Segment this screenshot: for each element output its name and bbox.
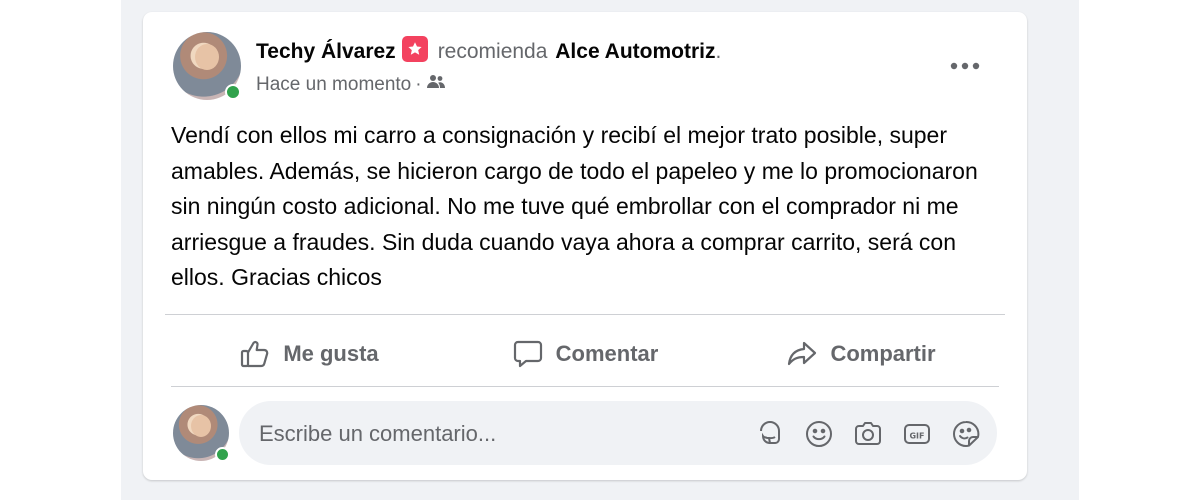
post-timestamp[interactable]: Hace un momento	[256, 74, 411, 96]
commenter-avatar[interactable]	[173, 405, 230, 462]
camera-icon[interactable]	[851, 417, 885, 451]
thumbs-up-icon	[241, 340, 269, 368]
meta-separator: ·	[415, 74, 422, 95]
comment-input[interactable]: Escribe un comentario... GIF	[239, 401, 997, 465]
author-avatar[interactable]	[173, 32, 241, 100]
online-status-dot	[215, 447, 230, 462]
comment-tools: GIF	[753, 417, 983, 451]
sticker-icon[interactable]	[949, 417, 983, 451]
post-action-bar: Me gusta Comentar Compartir	[171, 328, 999, 380]
post-meta: Hace un momento ·	[256, 74, 446, 96]
recommendation-star-icon	[401, 36, 428, 62]
page-name-link[interactable]: Alce Automotriz	[555, 40, 715, 63]
emoji-icon[interactable]	[802, 417, 836, 451]
share-label: Compartir	[830, 341, 936, 366]
comment-label: Comentar	[555, 341, 659, 366]
avatar-sticker-icon[interactable]	[753, 417, 787, 451]
divider-bottom	[171, 386, 999, 387]
online-status-dot	[225, 84, 241, 100]
share-button[interactable]: Compartir	[723, 328, 999, 380]
avatar-face	[191, 415, 211, 437]
divider-top	[165, 314, 1005, 315]
header-period: .	[715, 40, 722, 63]
comment-placeholder: Escribe un comentario...	[259, 421, 497, 446]
post-header: Techy Álvarez recomienda Alce Automotriz.	[256, 36, 721, 64]
gif-icon[interactable]: GIF	[900, 417, 934, 451]
recommends-text: recomienda	[437, 40, 548, 63]
friends-icon[interactable]	[426, 74, 446, 96]
like-label: Me gusta	[283, 341, 379, 366]
comment-bubble-icon	[513, 340, 542, 368]
post-card: Techy Álvarez recomienda Alce Automotriz.…	[143, 12, 1027, 480]
post-body-text: Vendí con ellos mi carro a consignación …	[171, 122, 978, 290]
more-options-icon[interactable]	[943, 48, 987, 84]
svg-text:GIF: GIF	[909, 432, 924, 441]
comment-button[interactable]: Comentar	[447, 328, 723, 380]
like-button[interactable]: Me gusta	[171, 328, 447, 380]
author-name[interactable]: Techy Álvarez	[256, 40, 396, 63]
avatar-face	[195, 44, 219, 70]
share-arrow-icon	[788, 341, 817, 366]
